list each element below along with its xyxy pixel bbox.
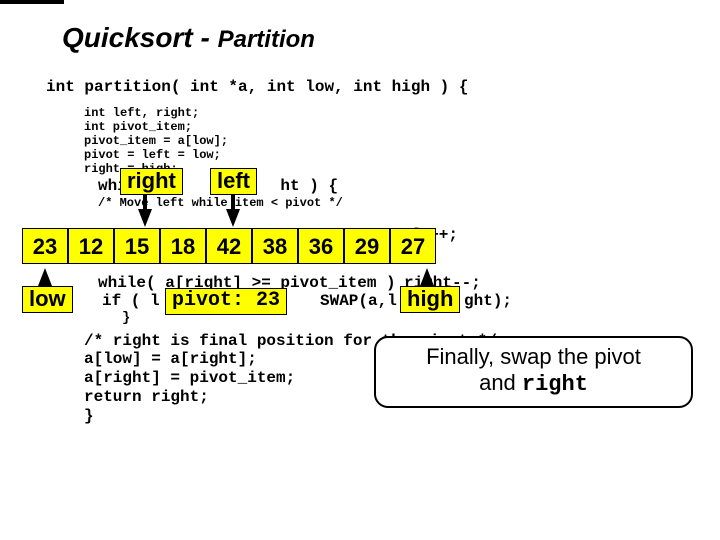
code-declarations: int left, right; int pivot_item; pivot_i… <box>84 106 228 176</box>
array-cell: 27 <box>390 228 436 264</box>
title-main: Quicksort - <box>62 22 218 53</box>
array-cell: 18 <box>160 228 206 264</box>
array-cell: 23 <box>22 228 68 264</box>
label-left: left <box>210 168 257 195</box>
array-cell: 42 <box>206 228 252 264</box>
arrow-left-down-icon <box>226 209 240 227</box>
callout-box: Finally, swap the pivot and right <box>374 336 693 408</box>
label-right: right <box>120 168 183 195</box>
code-inner-brace: } <box>122 310 130 326</box>
code-swap-a: if ( l <box>102 292 160 310</box>
title-sub: Partition <box>218 26 315 53</box>
arrow-high-up-icon <box>420 268 434 286</box>
label-low: low <box>22 286 73 313</box>
array-cell: 29 <box>344 228 390 264</box>
arrow-curve <box>0 0 64 4</box>
arrow-right-down-icon <box>138 209 152 227</box>
callout-line2a: and <box>479 370 522 395</box>
code-comment-move: /* Move left while item < pivot */ <box>98 196 343 210</box>
label-pivot: pivot: 23 <box>165 288 287 315</box>
array-cell: 38 <box>252 228 298 264</box>
arrow-low-up-icon <box>38 268 52 286</box>
code-signature: int partition( int *a, int low, int high… <box>46 78 468 96</box>
array-cell: 12 <box>68 228 114 264</box>
callout-line1: Finally, swap the pivot <box>426 344 641 369</box>
array-cell: 15 <box>114 228 160 264</box>
array-cell: 36 <box>298 228 344 264</box>
callout-right-code: right <box>522 372 588 397</box>
code-rest: a[low] = a[right]; a[right] = pivot_item… <box>84 350 295 426</box>
slide-title: Quicksort - Partition <box>62 22 315 54</box>
array-row: 23 12 15 18 42 38 36 29 27 <box>22 228 436 264</box>
label-high: high <box>400 286 460 313</box>
